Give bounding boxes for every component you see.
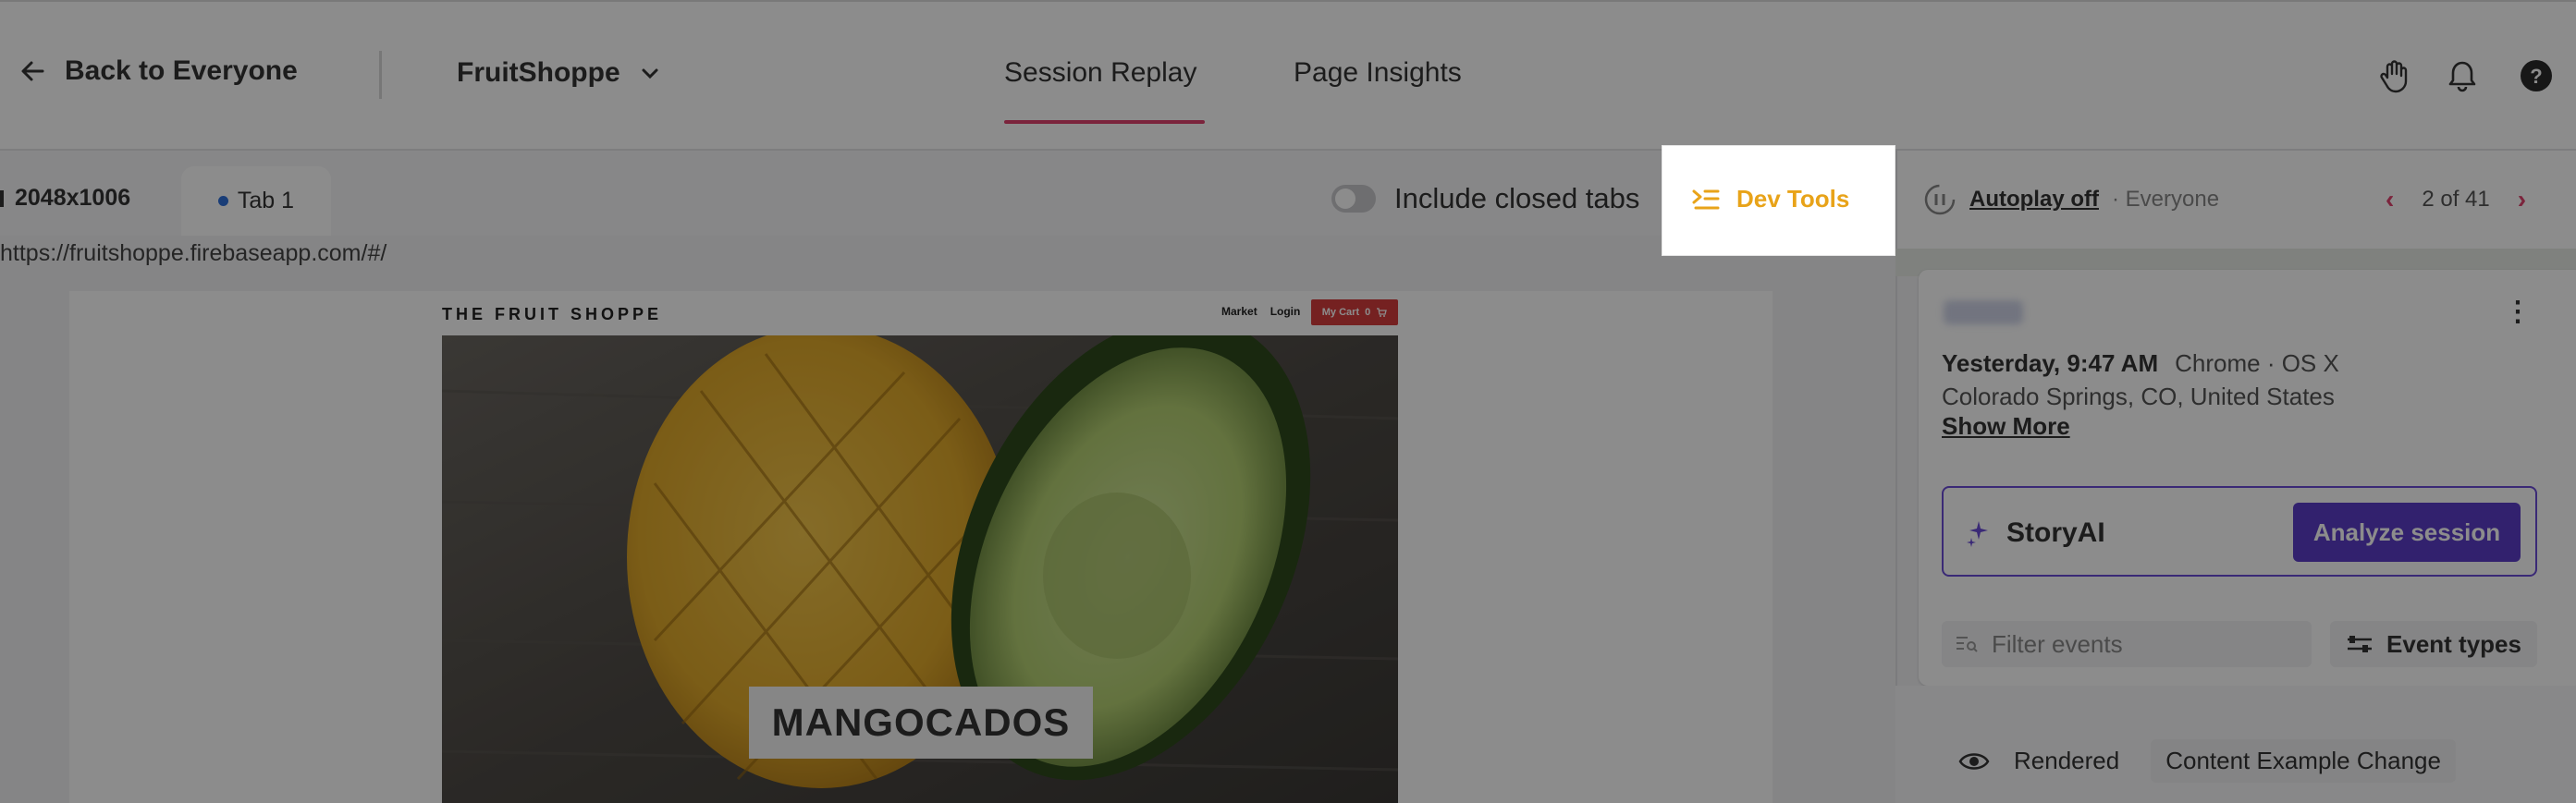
event-row[interactable]: Rendered Content Example Change xyxy=(1958,739,2456,783)
site-nav: Market Login xyxy=(1221,305,1300,318)
tab-page-insights[interactable]: Page Insights xyxy=(1294,57,1462,89)
next-session-button[interactable]: › xyxy=(2518,185,2526,214)
active-tab-indicator xyxy=(1004,120,1205,124)
arrow-left-icon xyxy=(21,61,44,81)
bell-icon[interactable] xyxy=(2444,57,2481,94)
cart-icon xyxy=(1377,308,1388,317)
cart-count: 0 xyxy=(1365,307,1371,318)
more-options-icon[interactable]: ⋮ xyxy=(2504,296,2532,328)
autoplay-control[interactable]: Autoplay off · Everyone xyxy=(1923,183,2219,216)
top-header xyxy=(0,0,2576,151)
viewport-resolution: 2048x1006 xyxy=(0,185,130,212)
tab-status-dot xyxy=(217,196,228,206)
eye-icon xyxy=(1958,752,1990,770)
session-browser-os: Chrome · OS X xyxy=(2175,349,2339,377)
pager-of: of xyxy=(2440,187,2459,212)
sparkle-icon xyxy=(1967,521,1988,547)
filter-events-input[interactable]: Filter events xyxy=(1942,621,2312,667)
site-nav-login: Login xyxy=(1270,305,1301,318)
session-time-row: Yesterday, 9:47 AM Chrome · OS X xyxy=(1942,349,2339,378)
autoplay-segment: · Everyone xyxy=(2111,187,2220,212)
chevron-down-icon xyxy=(642,68,658,79)
tab-session-replay[interactable]: Session Replay xyxy=(1004,57,1196,89)
hero-headline: MANGOCADOS xyxy=(749,687,1093,759)
back-label: Back to Everyone xyxy=(65,55,298,86)
page-url: https://fruitshoppe.firebaseapp.com/#/ xyxy=(0,240,387,266)
filter-events-placeholder: Filter events xyxy=(1992,629,2123,658)
session-time: Yesterday, 9:47 AM xyxy=(1942,349,2159,377)
org-switcher[interactable]: FruitShoppe xyxy=(457,57,661,89)
site-title: THE FRUIT SHOPPE xyxy=(442,305,663,323)
storyai-label: StoryAI xyxy=(2006,517,2105,548)
help-icon[interactable]: ? xyxy=(2518,57,2555,94)
include-closed-tabs-toggle[interactable] xyxy=(1331,185,1376,213)
autoplay-label[interactable]: Autoplay off xyxy=(1969,187,2099,213)
prev-session-button[interactable]: ‹ xyxy=(2386,185,2394,214)
event-types-button[interactable]: Event types xyxy=(2330,621,2537,667)
event-types-label: Event types xyxy=(2386,629,2521,658)
site-nav-market: Market xyxy=(1221,305,1257,318)
sliders-icon xyxy=(2348,636,2373,652)
dev-tools-button[interactable]: Dev Tools xyxy=(1692,185,1849,213)
resolution-label: 2048x1006 xyxy=(15,185,131,211)
org-name: FruitShoppe xyxy=(457,57,620,88)
hand-icon[interactable] xyxy=(2376,57,2413,94)
browser-tab-1[interactable]: Tab 1 xyxy=(181,166,331,236)
site-cart-button: My Cart 0 xyxy=(1311,299,1398,325)
include-closed-tabs-control[interactable]: Include closed tabs xyxy=(1331,182,1639,215)
pager-text: 2 of 41 xyxy=(2422,187,2489,213)
pause-circle-icon xyxy=(1924,184,1956,215)
header-divider xyxy=(379,51,382,99)
dev-tools-highlight[interactable]: Dev Tools xyxy=(1662,145,1895,256)
event-detail-chip: Content Example Change xyxy=(2151,739,2456,783)
user-name-redacted xyxy=(1944,300,2023,324)
back-to-everyone-link[interactable]: Back to Everyone xyxy=(18,55,298,87)
storyai-header: StoryAI xyxy=(1966,517,2105,549)
session-location: Colorado Springs, CO, United States xyxy=(1942,383,2335,410)
pager-current: 2 xyxy=(2422,187,2435,212)
tab-label: Tab 1 xyxy=(237,188,295,213)
filter-list-icon xyxy=(1957,637,1978,652)
include-closed-tabs-label: Include closed tabs xyxy=(1394,182,1640,214)
analyze-session-button[interactable]: Analyze session xyxy=(2293,503,2521,562)
terminal-list-icon xyxy=(1692,189,1720,209)
svg-text:?: ? xyxy=(2530,65,2542,88)
device-icon xyxy=(0,189,4,207)
session-pager: ‹ 2 of 41 › xyxy=(2386,185,2526,214)
dev-tools-label: Dev Tools xyxy=(1736,185,1850,213)
pager-total: 41 xyxy=(2465,187,2490,212)
show-more-link[interactable]: Show More xyxy=(1942,412,2070,441)
event-type: Rendered xyxy=(2014,747,2120,774)
cart-label: My Cart xyxy=(1321,307,1360,318)
